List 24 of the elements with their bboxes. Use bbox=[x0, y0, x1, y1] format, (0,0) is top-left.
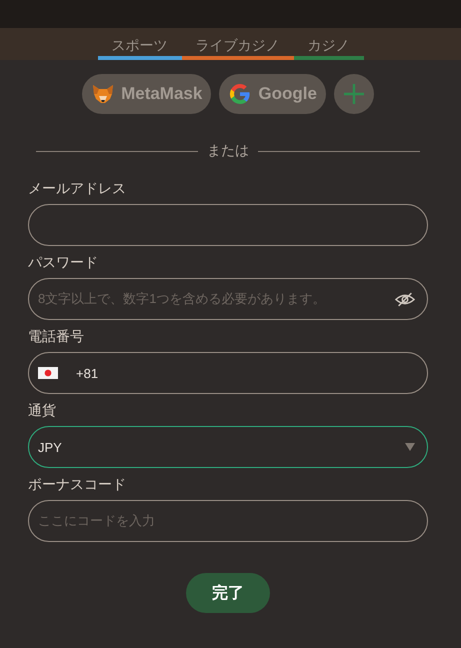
input-field[interactable]: +81 bbox=[28, 352, 428, 394]
input-field[interactable] bbox=[28, 204, 428, 246]
input-field[interactable]: ここにコードを入力 bbox=[28, 500, 428, 542]
more-options-button[interactable] bbox=[334, 74, 374, 114]
field-label: パスワード bbox=[28, 254, 99, 272]
eye-slash-icon[interactable] bbox=[395, 292, 415, 306]
google-g-icon bbox=[228, 82, 252, 106]
caret-icon bbox=[405, 443, 415, 451]
divider-text: または bbox=[207, 142, 249, 160]
metamask-login-button[interactable]: MetaMask bbox=[82, 74, 212, 114]
category-tab[interactable]: ライブカジノ bbox=[182, 37, 294, 60]
field-label: メールアドレス bbox=[28, 180, 127, 198]
category-tab[interactable]: カジノ bbox=[294, 37, 364, 60]
fox-icon bbox=[91, 82, 116, 106]
field-label: 通貨 bbox=[28, 402, 57, 420]
google-login-button[interactable]: Google bbox=[219, 74, 326, 114]
input-field[interactable]: 8文字以上で、数字1つを含める必要があります。 bbox=[28, 278, 428, 320]
field-label: 電話番号 bbox=[28, 328, 85, 346]
plus-icon bbox=[342, 83, 365, 105]
submit-button[interactable]: 完了 bbox=[186, 573, 270, 613]
currency-select[interactable]: JPY bbox=[28, 426, 428, 468]
field-label: ボーナスコード bbox=[28, 476, 127, 494]
flag-icon[interactable] bbox=[38, 367, 58, 379]
category-tab[interactable]: スポーツ bbox=[98, 37, 182, 60]
